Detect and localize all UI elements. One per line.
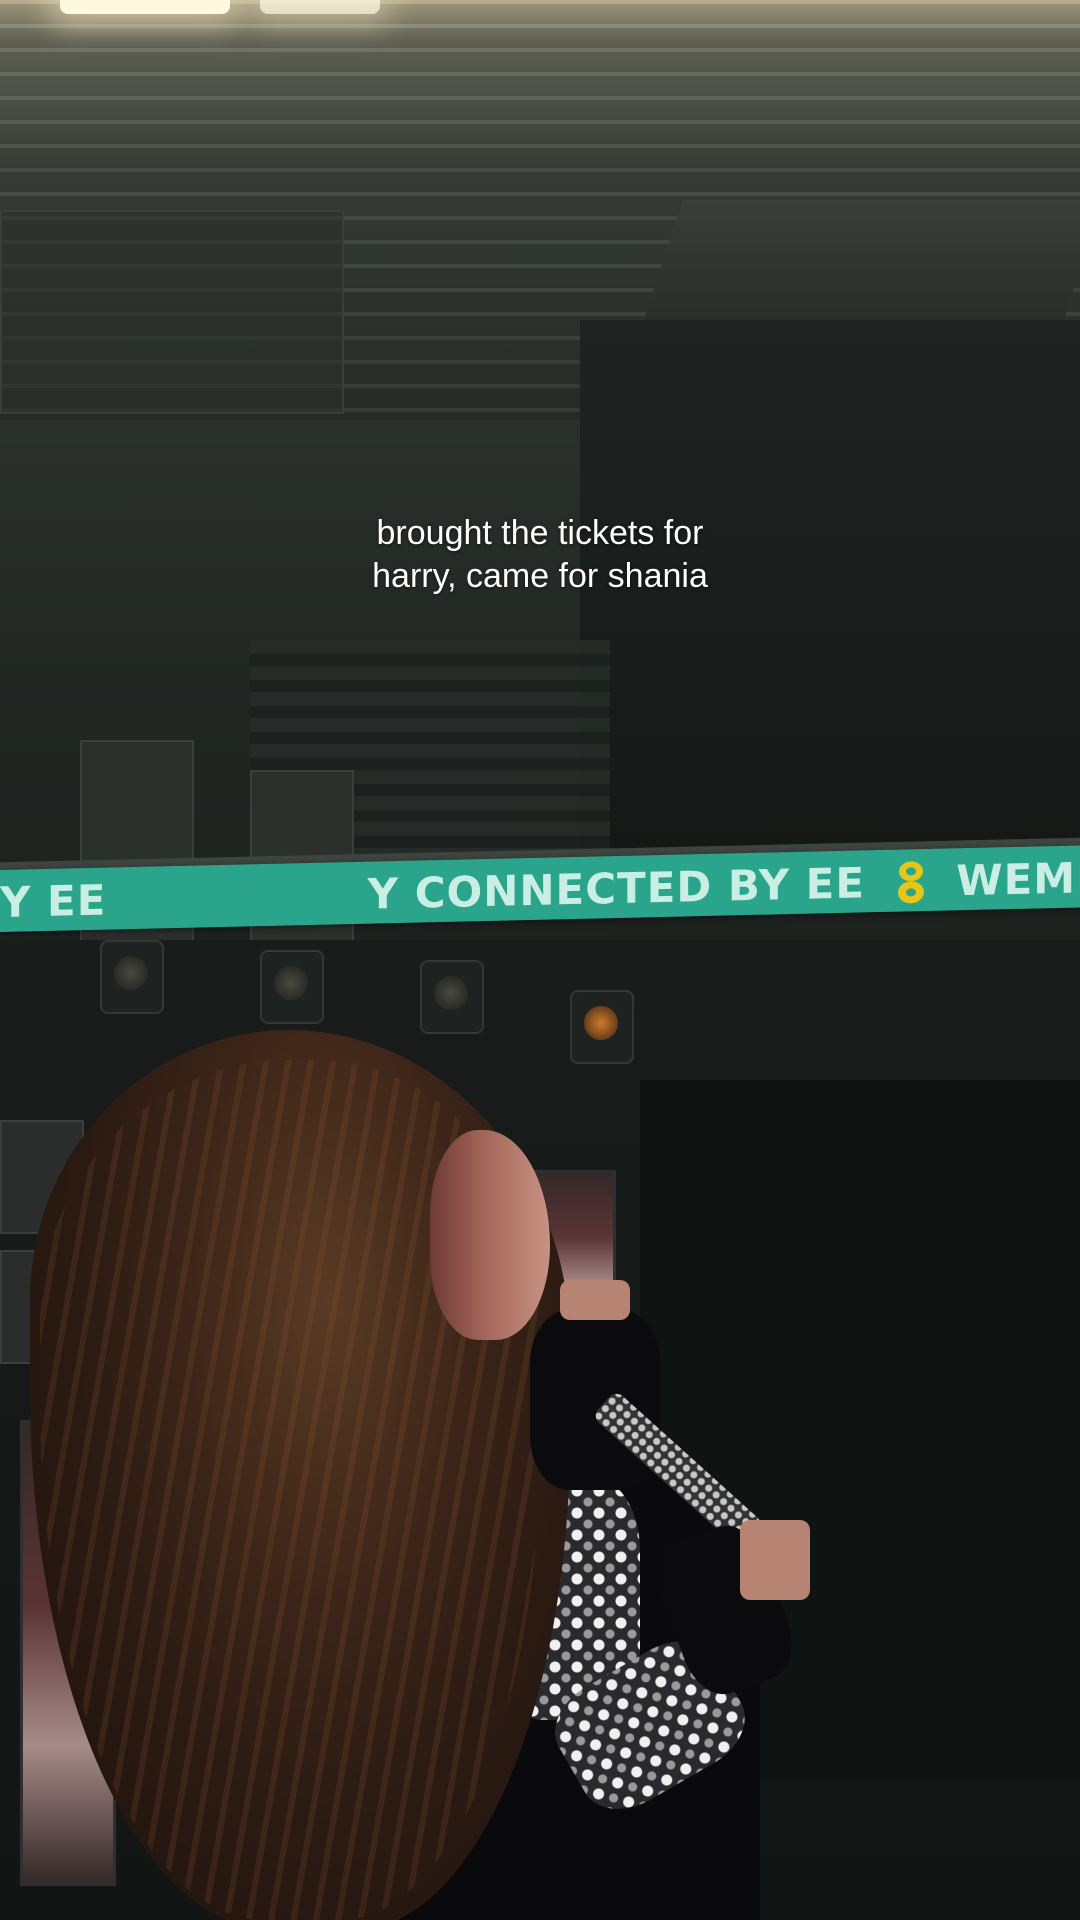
stage-light	[570, 990, 634, 1064]
video-caption: brought the tickets for harry, came for …	[0, 512, 1080, 598]
caption-line-1: brought the tickets for	[376, 514, 704, 552]
stage-light	[260, 950, 324, 1024]
hanging-screen	[0, 210, 344, 414]
performer-hand	[740, 1520, 810, 1600]
banner-text-left: Y EE	[0, 875, 107, 927]
performer-hand	[560, 1280, 630, 1320]
banner-text-end: WEMBLEY	[956, 850, 1080, 906]
stage-light	[100, 940, 164, 1014]
ceiling-light	[60, 0, 230, 14]
caption-line-2: harry, came for shania	[372, 557, 708, 595]
banner-text-main: Y CONNECTED BY EE	[367, 858, 866, 919]
stage-light	[420, 960, 484, 1034]
ceiling-light	[260, 0, 380, 14]
performer-glove	[530, 1310, 660, 1490]
concert-photo: Y EE Y CONNECTED BY EE WEMBLEY brought t…	[0, 0, 1080, 1920]
ceiling-beam	[637, 200, 1080, 340]
ee-logo-icon	[897, 860, 924, 903]
